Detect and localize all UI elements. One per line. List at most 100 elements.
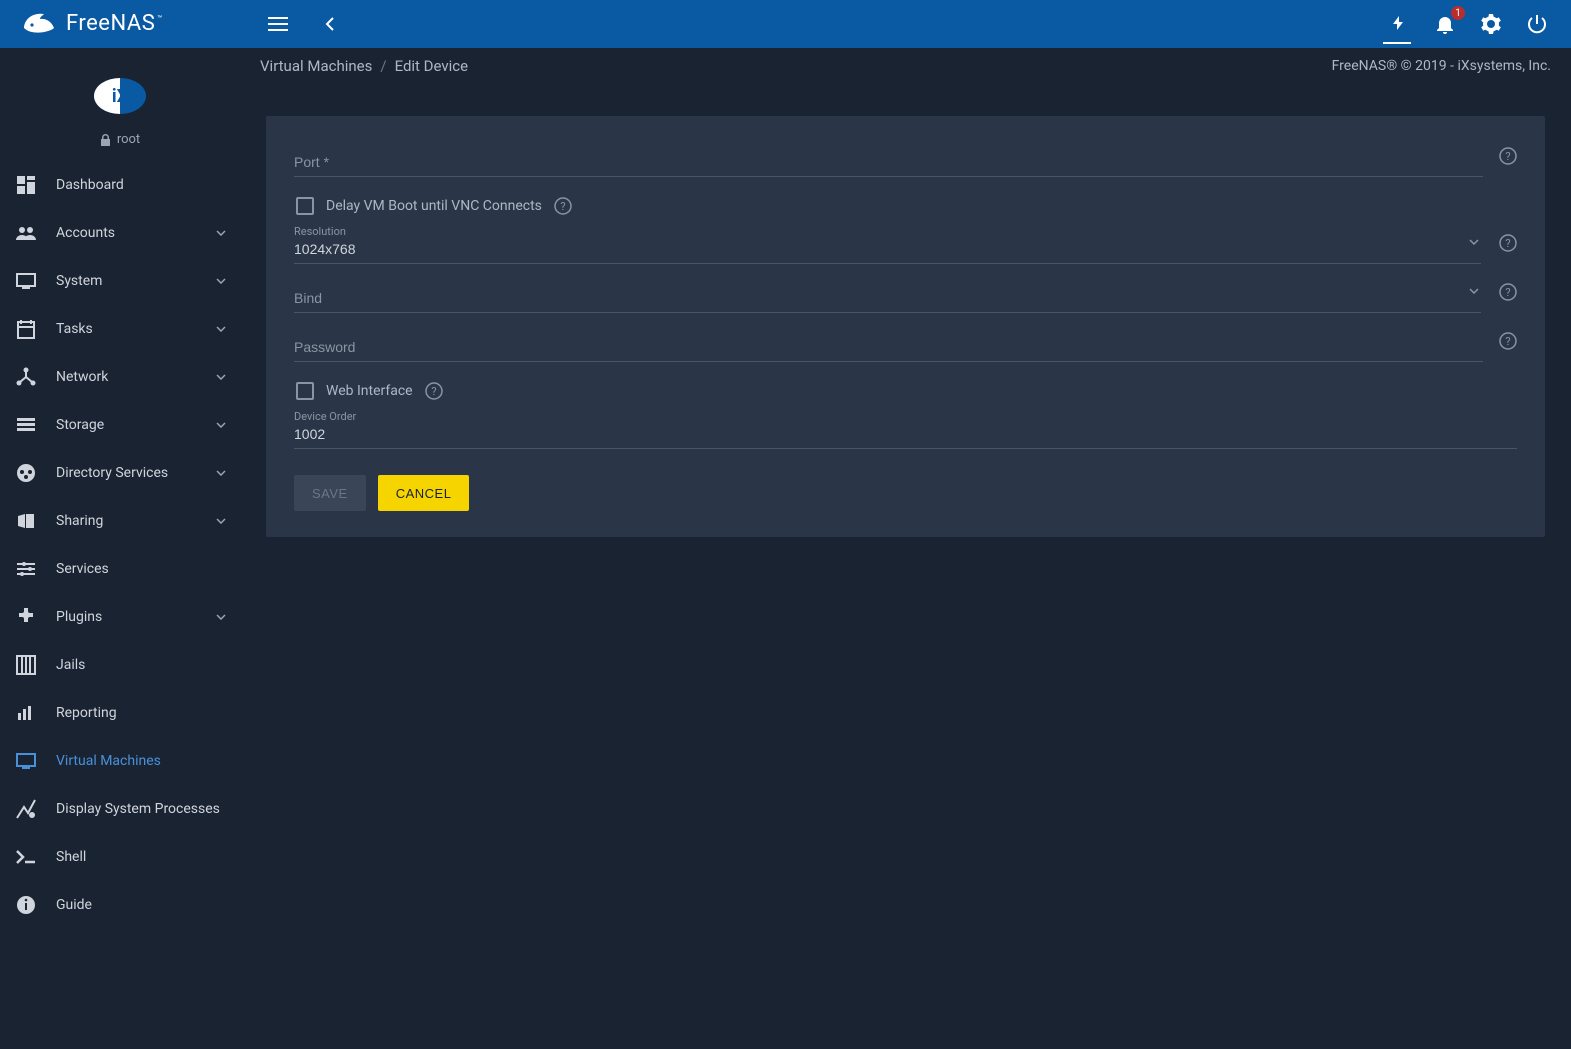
storage-icon [14,417,38,433]
help-icon[interactable]: ? [1499,283,1517,301]
help-icon[interactable]: ? [1499,147,1517,165]
web-interface-label: Web Interface [326,383,413,399]
directory-icon [14,463,38,483]
sidebar-user-name: root [117,132,140,147]
breadcrumb-separator: / [380,57,386,75]
sidebar-item-label: Services [56,561,226,578]
theme-icon[interactable] [1387,12,1411,36]
resolution-select[interactable] [294,237,1481,264]
password-input[interactable] [294,335,1483,362]
plugins-icon [14,607,38,627]
svg-text:?: ? [1505,335,1510,348]
sidebar-header: iX root [0,48,240,161]
web-interface-checkbox[interactable] [296,382,314,400]
chevron-down-icon [216,278,226,284]
sidebar-item-label: Directory Services [56,465,216,482]
sidebar-item-label: Virtual Machines [56,753,226,770]
settings-gear-icon[interactable] [1479,12,1503,36]
bind-select[interactable] [294,286,1481,313]
reporting-icon [14,705,38,721]
sidebar-item-tasks[interactable]: Tasks [0,305,240,353]
tasks-icon [14,319,38,339]
resolution-label: Resolution [294,225,346,238]
breadcrumb: Virtual Machines / Edit Device FreeNAS® … [240,48,1571,84]
ix-logo: iX [92,76,148,116]
svg-text:iX: iX [112,86,129,107]
copyright-text: FreeNAS® © 2019 - iXsystems, Inc. [1332,58,1551,74]
sidebar-item-storage[interactable]: Storage [0,401,240,449]
sidebar-item-vm[interactable]: Virtual Machines [0,737,240,785]
sidebar-item-label: Accounts [56,225,216,242]
services-icon [14,561,38,577]
system-icon [14,273,38,289]
edit-device-card: ? Delay VM Boot until VNC Connects ? Res… [266,116,1545,537]
sidebar-item-label: Guide [56,897,226,914]
brand-text: FreeNAS [66,11,155,36]
main-area: Virtual Machines / Edit Device FreeNAS® … [240,48,1571,1049]
topbar: FreeNAS™ 1 [0,0,1571,48]
notification-badge: 1 [1451,6,1465,20]
sidebar-item-services[interactable]: Services [0,545,240,593]
svg-text:?: ? [1505,237,1510,250]
sidebar-item-label: Sharing [56,513,216,530]
sidebar-item-label: Plugins [56,609,216,626]
sidebar-item-label: Jails [56,657,226,674]
shell-icon [14,850,38,864]
sidebar-item-sharing[interactable]: Sharing [0,497,240,545]
sidebar-item-guide[interactable]: Guide [0,881,240,929]
help-icon[interactable]: ? [1499,234,1517,252]
chevron-down-icon [216,374,226,380]
brand-logo: FreeNAS™ [0,0,240,48]
sidebar-item-label: Tasks [56,321,216,338]
sidebar-item-network[interactable]: Network [0,353,240,401]
help-icon[interactable]: ? [425,382,443,400]
vm-icon [14,753,38,769]
help-icon[interactable]: ? [554,197,572,215]
power-icon[interactable] [1525,12,1549,36]
sidebar-item-label: Reporting [56,705,226,722]
chevron-down-icon [216,470,226,476]
lock-icon [100,134,111,146]
menu-toggle-icon[interactable] [266,12,290,36]
sidebar-item-shell[interactable]: Shell [0,833,240,881]
sidebar: iX root Dashboard Accounts System Tasks Netw… [0,48,240,1049]
accounts-icon [14,226,38,240]
sidebar-item-accounts[interactable]: Accounts [0,209,240,257]
delay-boot-checkbox[interactable] [296,197,314,215]
svg-text:?: ? [560,200,565,213]
help-icon[interactable]: ? [1499,332,1517,350]
sidebar-item-plugins[interactable]: Plugins [0,593,240,641]
sidebar-item-system[interactable]: System [0,257,240,305]
network-icon [14,367,38,387]
back-chevron-icon[interactable] [318,12,342,36]
freenas-shark-icon [22,10,56,38]
sidebar-item-label: Dashboard [56,177,226,194]
sidebar-item-label: Display System Processes [56,801,226,818]
port-input[interactable] [294,150,1483,177]
sidebar-item-jails[interactable]: Jails [0,641,240,689]
delay-boot-label: Delay VM Boot until VNC Connects [326,198,542,214]
sharing-icon [14,513,38,529]
procs-icon [14,799,38,819]
notifications-icon[interactable]: 1 [1433,12,1457,36]
svg-text:?: ? [1505,286,1510,299]
save-button[interactable]: Save [294,475,366,511]
sidebar-item-reporting[interactable]: Reporting [0,689,240,737]
svg-text:?: ? [1505,150,1510,163]
chevron-down-icon [216,518,226,524]
dashboard-icon [14,175,38,195]
sidebar-item-directory[interactable]: Directory Services [0,449,240,497]
device-order-input[interactable] [294,422,1517,449]
breadcrumb-current: Edit Device [395,57,469,75]
sidebar-item-dashboard[interactable]: Dashboard [0,161,240,209]
jails-icon [14,655,38,675]
sidebar-item-label: Network [56,369,216,386]
chevron-down-icon [216,422,226,428]
chevron-down-icon [216,326,226,332]
breadcrumb-parent[interactable]: Virtual Machines [260,57,372,75]
cancel-button[interactable]: Cancel [378,475,470,511]
sidebar-item-label: Storage [56,417,216,434]
sidebar-item-procs[interactable]: Display System Processes [0,785,240,833]
svg-text:?: ? [431,385,436,398]
device-order-label: Device Order [294,410,356,423]
